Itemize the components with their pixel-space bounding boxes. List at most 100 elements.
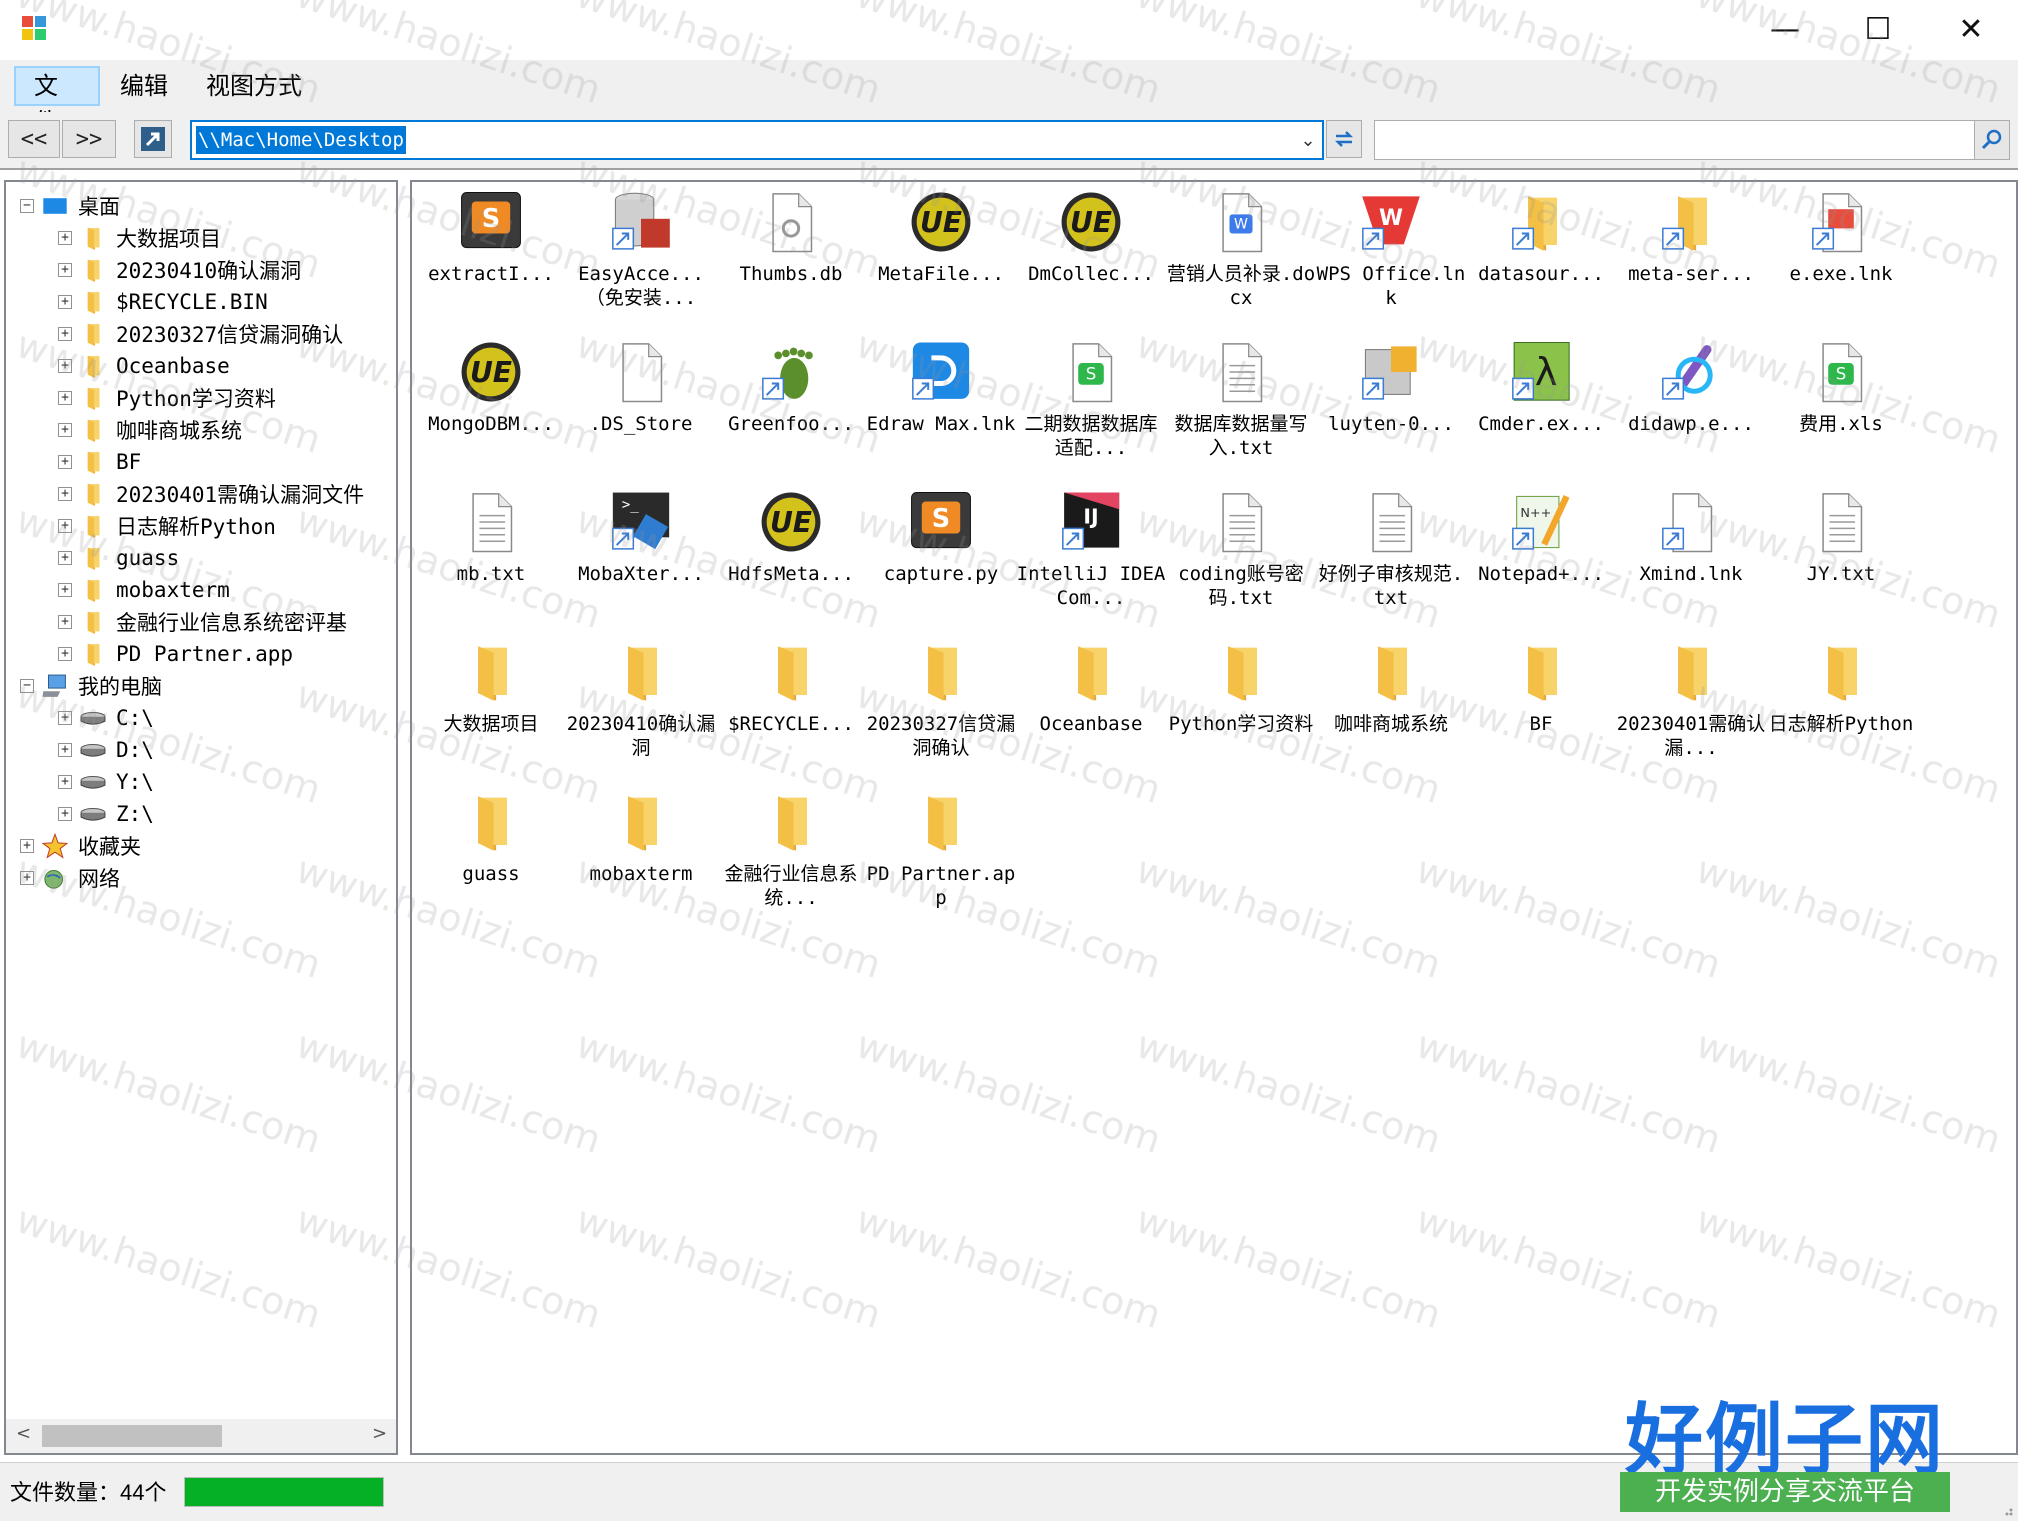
- file-item[interactable]: UE MetaFile...: [866, 186, 1016, 336]
- scroll-left-icon[interactable]: <: [16, 1423, 31, 1444]
- file-item[interactable]: luyten-0...: [1316, 336, 1466, 486]
- file-item[interactable]: guass: [416, 786, 566, 936]
- tree-item[interactable]: + 大数据项目: [58, 222, 221, 254]
- collapse-icon[interactable]: −: [20, 679, 34, 693]
- tree-item[interactable]: + 日志解析Python: [58, 510, 276, 542]
- back-button[interactable]: <<: [8, 120, 60, 158]
- tree-item[interactable]: + PD Partner.app: [58, 638, 293, 670]
- file-item[interactable]: mb.txt: [416, 486, 566, 636]
- expand-icon[interactable]: +: [58, 359, 72, 373]
- tree-item[interactable]: + Y:\: [58, 766, 154, 798]
- file-item[interactable]: $RECYCLE...: [716, 636, 866, 786]
- file-item[interactable]: Scapture.py: [866, 486, 1016, 636]
- go-up-button[interactable]: [134, 120, 172, 158]
- expand-icon[interactable]: +: [58, 295, 72, 309]
- forward-button[interactable]: >>: [62, 120, 116, 158]
- expand-icon[interactable]: +: [20, 839, 34, 853]
- file-item[interactable]: e.exe.lnk: [1766, 186, 1916, 336]
- expand-icon[interactable]: +: [58, 423, 72, 437]
- maximize-button[interactable]: ☐: [1833, 0, 1923, 58]
- tree-item[interactable]: + $RECYCLE.BIN: [58, 286, 268, 318]
- expand-icon[interactable]: +: [20, 871, 34, 885]
- expand-icon[interactable]: +: [58, 231, 72, 245]
- file-item[interactable]: Edraw Max.lnk: [866, 336, 1016, 486]
- file-list[interactable]: SextractI... EasyAcce...（免安装... Thumbs.db U…: [410, 180, 2018, 1455]
- file-item[interactable]: N++ Notepad+...: [1466, 486, 1616, 636]
- file-item[interactable]: 金融行业信息系统...: [716, 786, 866, 936]
- tree-item[interactable]: + Oceanbase: [58, 350, 230, 382]
- file-item[interactable]: mobaxterm: [566, 786, 716, 936]
- expand-icon[interactable]: +: [58, 551, 72, 565]
- file-item[interactable]: didawp.e...: [1616, 336, 1766, 486]
- collapse-icon[interactable]: −: [20, 199, 34, 213]
- file-item[interactable]: 日志解析Python: [1766, 636, 1916, 786]
- tree-item[interactable]: +20230327信贷漏洞确认: [58, 318, 343, 350]
- chevron-down-icon[interactable]: ⌄: [1294, 122, 1322, 158]
- file-item[interactable]: S 二期数据数据库适配...: [1016, 336, 1166, 486]
- resize-grip-icon[interactable]: [1998, 1501, 2014, 1517]
- file-item[interactable]: W WPS Office.lnk: [1316, 186, 1466, 336]
- expand-icon[interactable]: +: [58, 583, 72, 597]
- tree-item[interactable]: + 金融行业信息系统密评基: [58, 606, 347, 638]
- file-item[interactable]: coding账号密码.txt: [1166, 486, 1316, 636]
- file-item[interactable]: meta-ser...: [1616, 186, 1766, 336]
- file-item[interactable]: 数据库数据量写入.txt: [1166, 336, 1316, 486]
- file-item[interactable]: IJ IntelliJ IDEA Com...: [1016, 486, 1166, 636]
- file-item[interactable]: >_ MobaXter...: [566, 486, 716, 636]
- tree-item[interactable]: +20230410确认漏洞: [58, 254, 301, 286]
- expand-icon[interactable]: +: [58, 647, 72, 661]
- file-item[interactable]: datasour...: [1466, 186, 1616, 336]
- tree-item[interactable]: + Z:\: [58, 798, 154, 830]
- expand-icon[interactable]: +: [58, 615, 72, 629]
- file-item[interactable]: 咖啡商城系统: [1316, 636, 1466, 786]
- file-item[interactable]: 20230401需确认漏...: [1616, 636, 1766, 786]
- expand-icon[interactable]: +: [58, 263, 72, 277]
- minimize-button[interactable]: —: [1740, 0, 1830, 58]
- file-item[interactable]: Greenfoo...: [716, 336, 866, 486]
- file-item[interactable]: 大数据项目: [416, 636, 566, 786]
- expand-icon[interactable]: +: [58, 711, 72, 725]
- close-button[interactable]: ✕: [1926, 0, 2016, 58]
- expand-icon[interactable]: +: [58, 519, 72, 533]
- tree-horizontal-scrollbar[interactable]: < >: [6, 1419, 396, 1453]
- tree-item[interactable]: − 我的电脑: [20, 670, 162, 702]
- file-item[interactable]: 20230410确认漏洞: [566, 636, 716, 786]
- file-item[interactable]: Oceanbase: [1016, 636, 1166, 786]
- folder-tree[interactable]: − 桌面 + 大数据项目 +20230410确认漏洞 + $RECYCLE.BIN +2023…: [4, 180, 398, 1455]
- expand-icon[interactable]: +: [58, 775, 72, 789]
- tree-item[interactable]: + Python学习资料: [58, 382, 276, 414]
- file-item[interactable]: Thumbs.db: [716, 186, 866, 336]
- search-input[interactable]: [1374, 120, 1976, 160]
- file-item[interactable]: EasyAcce...（免安装...: [566, 186, 716, 336]
- file-item[interactable]: UE DmCollec...: [1016, 186, 1166, 336]
- file-item[interactable]: BF: [1466, 636, 1616, 786]
- expand-icon[interactable]: +: [58, 455, 72, 469]
- tree-item[interactable]: +20230401需确认漏洞文件: [58, 478, 364, 510]
- file-item[interactable]: 20230327信贷漏洞确认: [866, 636, 1016, 786]
- file-item[interactable]: Python学习资料: [1166, 636, 1316, 786]
- tree-item[interactable]: + D:\: [58, 734, 154, 766]
- scrollbar-thumb[interactable]: [42, 1425, 222, 1447]
- tree-item[interactable]: + mobaxterm: [58, 574, 230, 606]
- scroll-right-icon[interactable]: >: [372, 1423, 387, 1444]
- file-item[interactable]: PD Partner.app: [866, 786, 1016, 936]
- file-item[interactable]: UE MongoDBM...: [416, 336, 566, 486]
- expand-icon[interactable]: +: [58, 743, 72, 757]
- expand-icon[interactable]: +: [58, 327, 72, 341]
- file-item[interactable]: 好例子审核规范.txt: [1316, 486, 1466, 636]
- file-item[interactable]: .DS_Store: [566, 336, 716, 486]
- refresh-button[interactable]: [1326, 120, 1362, 158]
- search-button[interactable]: [1974, 120, 2010, 160]
- tree-item[interactable]: + guass: [58, 542, 179, 574]
- file-item[interactable]: SextractI...: [416, 186, 566, 336]
- file-item[interactable]: W 营销人员补录.docx: [1166, 186, 1316, 336]
- file-item[interactable]: λ Cmder.ex...: [1466, 336, 1616, 486]
- file-item[interactable]: UE HdfsMeta...: [716, 486, 866, 636]
- file-item[interactable]: Xmind.lnk: [1616, 486, 1766, 636]
- address-bar[interactable]: \\Mac\Home\Desktop ⌄: [190, 120, 1324, 160]
- menu-edit[interactable]: 编辑: [102, 66, 186, 106]
- menu-file[interactable]: 文件: [14, 66, 100, 136]
- expand-icon[interactable]: +: [58, 487, 72, 501]
- menu-view[interactable]: 视图方式: [188, 66, 320, 106]
- file-item[interactable]: S 费用.xls: [1766, 336, 1916, 486]
